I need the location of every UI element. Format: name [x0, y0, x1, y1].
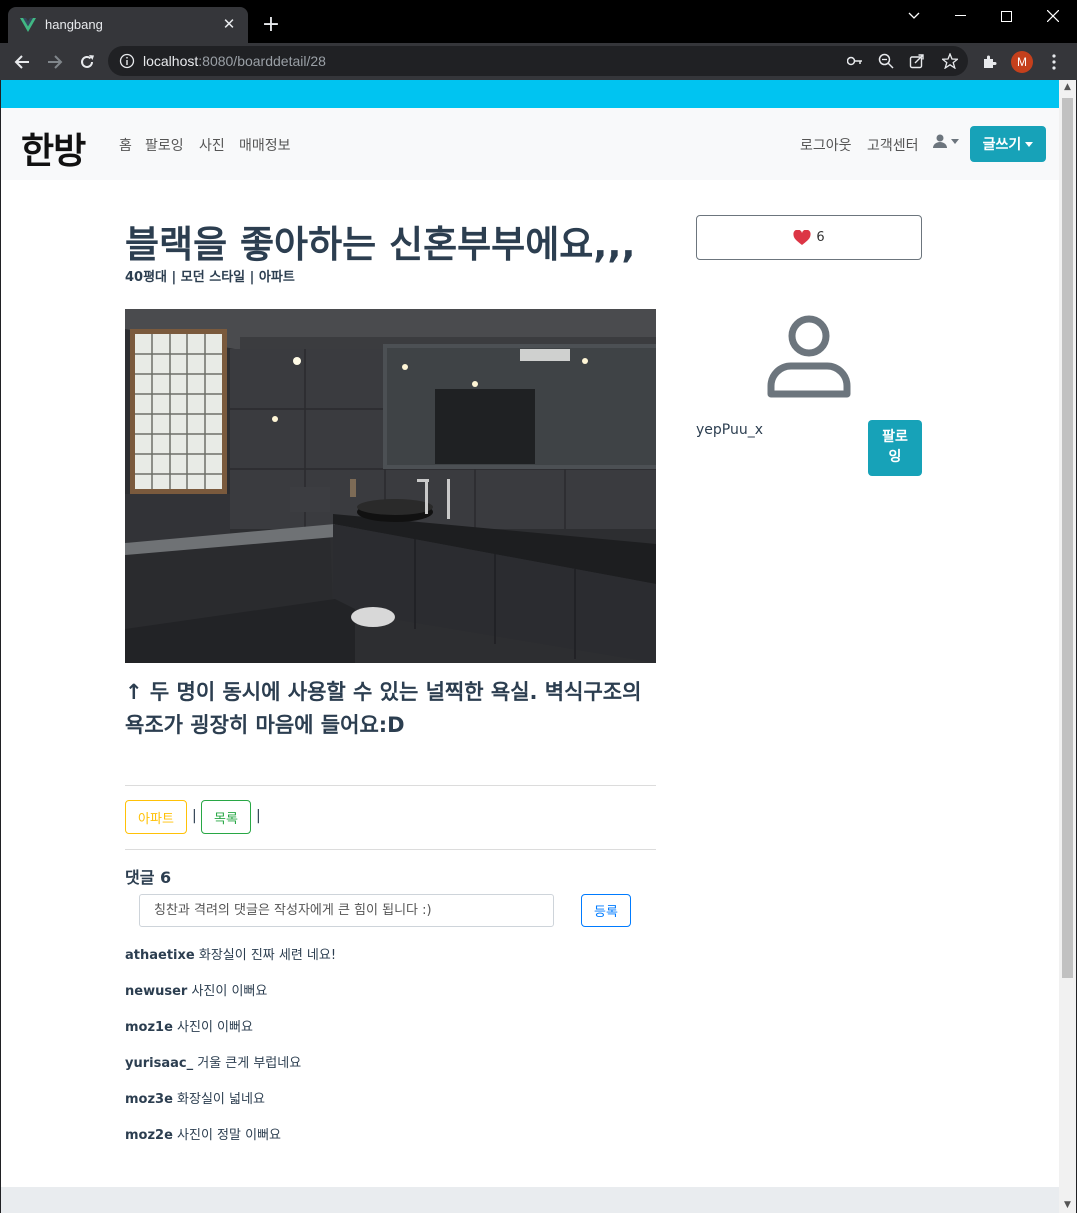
heart-icon [793, 229, 811, 245]
separator: | [256, 808, 261, 824]
comment-text: 거울 큰게 부럽네요 [197, 1056, 302, 1071]
maximize-icon[interactable] [983, 0, 1029, 32]
like-button[interactable]: 6 [696, 215, 922, 260]
user-avatar-icon[interactable] [765, 312, 853, 400]
write-button[interactable]: 글쓰기 [970, 126, 1046, 162]
caret-down-icon [951, 138, 959, 144]
scroll-down-icon[interactable]: ▼ [1059, 1198, 1076, 1213]
brand-logo[interactable]: 한방 [21, 122, 86, 174]
forward-icon[interactable] [41, 48, 69, 76]
divider [125, 785, 656, 786]
comment-text: 화장실이 진짜 세련 네요! [198, 948, 337, 963]
site-navbar: 한방 홈 팔로잉 사진 매매정보 로그아웃 고객센터 글쓰기 [1, 108, 1059, 180]
profile-avatar[interactable]: M [1011, 51, 1033, 73]
support-link[interactable]: 고객센터 [867, 135, 919, 155]
key-icon[interactable] [846, 52, 864, 70]
bookmark-star-icon[interactable] [941, 52, 959, 70]
nav-link-market[interactable]: 매매정보 [239, 135, 291, 155]
scroll-up-icon[interactable]: ▲ [1059, 80, 1076, 95]
nav-link-photos[interactable]: 사진 [199, 135, 225, 155]
page-scrollbar[interactable]: ▲ ▼ [1059, 80, 1076, 1213]
user-icon [933, 134, 947, 148]
comment-text: 사진이 정말 이뻐요 [177, 1128, 281, 1143]
like-count: 6 [816, 230, 825, 245]
share-icon[interactable] [908, 52, 926, 70]
url-text: localhost:8080/boarddetail/28 [143, 53, 326, 69]
back-icon[interactable] [8, 48, 36, 76]
logout-link[interactable]: 로그아웃 [800, 135, 852, 155]
close-window-icon[interactable] [1030, 0, 1076, 32]
list-button[interactable]: 목록 [201, 800, 251, 834]
post-caption: ↑ 두 명이 동시에 사용할 수 있는 널찍한 욕실. 벽식구조의 욕조가 굉장… [125, 680, 642, 737]
caret-down-icon [1025, 141, 1034, 147]
post-meta: 40평대 | 모던 스타일 | 아파트 [125, 270, 295, 285]
comment-item: newuser 사진이 이뻐요 [125, 980, 267, 999]
comment-item: athaetixe 화장실이 진짜 세련 네요! [125, 944, 336, 963]
comment-author[interactable]: moz3e [125, 1092, 173, 1107]
comment-item: moz1e 사진이 이뻐요 [125, 1016, 253, 1035]
follow-button[interactable]: 팔로잉 [868, 420, 922, 476]
comment-author[interactable]: newuser [125, 984, 187, 999]
new-tab-icon[interactable]: + [258, 12, 284, 38]
vue-logo-icon [20, 18, 36, 32]
comment-item: moz3e 화장실이 넓네요 [125, 1088, 265, 1107]
write-button-label: 글쓰기 [982, 137, 1022, 153]
reload-icon[interactable] [73, 48, 101, 76]
browser-tab[interactable]: hangbang ✕ [8, 7, 248, 43]
comment-text: 화장실이 넓네요 [177, 1092, 265, 1107]
comments-heading: 댓글 6 [125, 868, 172, 887]
scroll-thumb[interactable] [1062, 98, 1073, 978]
follow-button-label: 팔로잉 [882, 429, 908, 465]
site-info-icon[interactable] [119, 53, 135, 69]
comment-input[interactable] [139, 894, 554, 927]
comment-text: 사진이 이뻐요 [191, 984, 268, 999]
divider [125, 849, 656, 850]
nav-link-following[interactable]: 팔로잉 [145, 135, 184, 155]
comment-author[interactable]: moz1e [125, 1020, 173, 1035]
tab-close-icon[interactable]: ✕ [220, 15, 238, 33]
browser-toolbar: localhost:8080/boarddetail/28 M [0, 43, 1077, 80]
comment-text: 사진이 이뻐요 [177, 1020, 253, 1035]
tab-title: hangbang [45, 17, 103, 32]
nav-link-home[interactable]: 홈 [119, 135, 132, 155]
separator: | [192, 808, 197, 824]
footer [1, 1187, 1059, 1213]
comment-author[interactable]: yurisaac_ [125, 1056, 193, 1071]
tag-button-apartment[interactable]: 아파트 [125, 800, 187, 834]
comment-author[interactable]: athaetixe [125, 948, 195, 963]
extensions-icon[interactable] [979, 51, 1001, 73]
user-dropdown[interactable] [933, 134, 959, 148]
browser-tab-strip: hangbang ✕ + [0, 0, 1077, 43]
comment-author[interactable]: moz2e [125, 1128, 173, 1143]
top-accent-bar [1, 80, 1059, 108]
post-title: 블랙을 좋아하는 신혼부부에요,,, [125, 223, 636, 266]
post-photo [125, 309, 656, 663]
menu-dots-icon[interactable] [1043, 51, 1065, 73]
address-bar[interactable]: localhost:8080/boarddetail/28 [108, 46, 968, 76]
author-username[interactable]: yepPuu_x [696, 422, 763, 438]
comment-item: yurisaac_ 거울 큰게 부럽네요 [125, 1052, 301, 1071]
minimize-icon[interactable] [937, 0, 983, 32]
zoom-icon[interactable] [877, 52, 895, 70]
tab-search-icon[interactable] [891, 0, 937, 32]
comment-item: moz2e 사진이 정말 이뻐요 [125, 1124, 281, 1143]
comment-submit-button[interactable]: 등록 [581, 894, 631, 927]
page-viewport: 한방 홈 팔로잉 사진 매매정보 로그아웃 고객센터 글쓰기 블랙을 좋아하는 … [1, 80, 1059, 1213]
